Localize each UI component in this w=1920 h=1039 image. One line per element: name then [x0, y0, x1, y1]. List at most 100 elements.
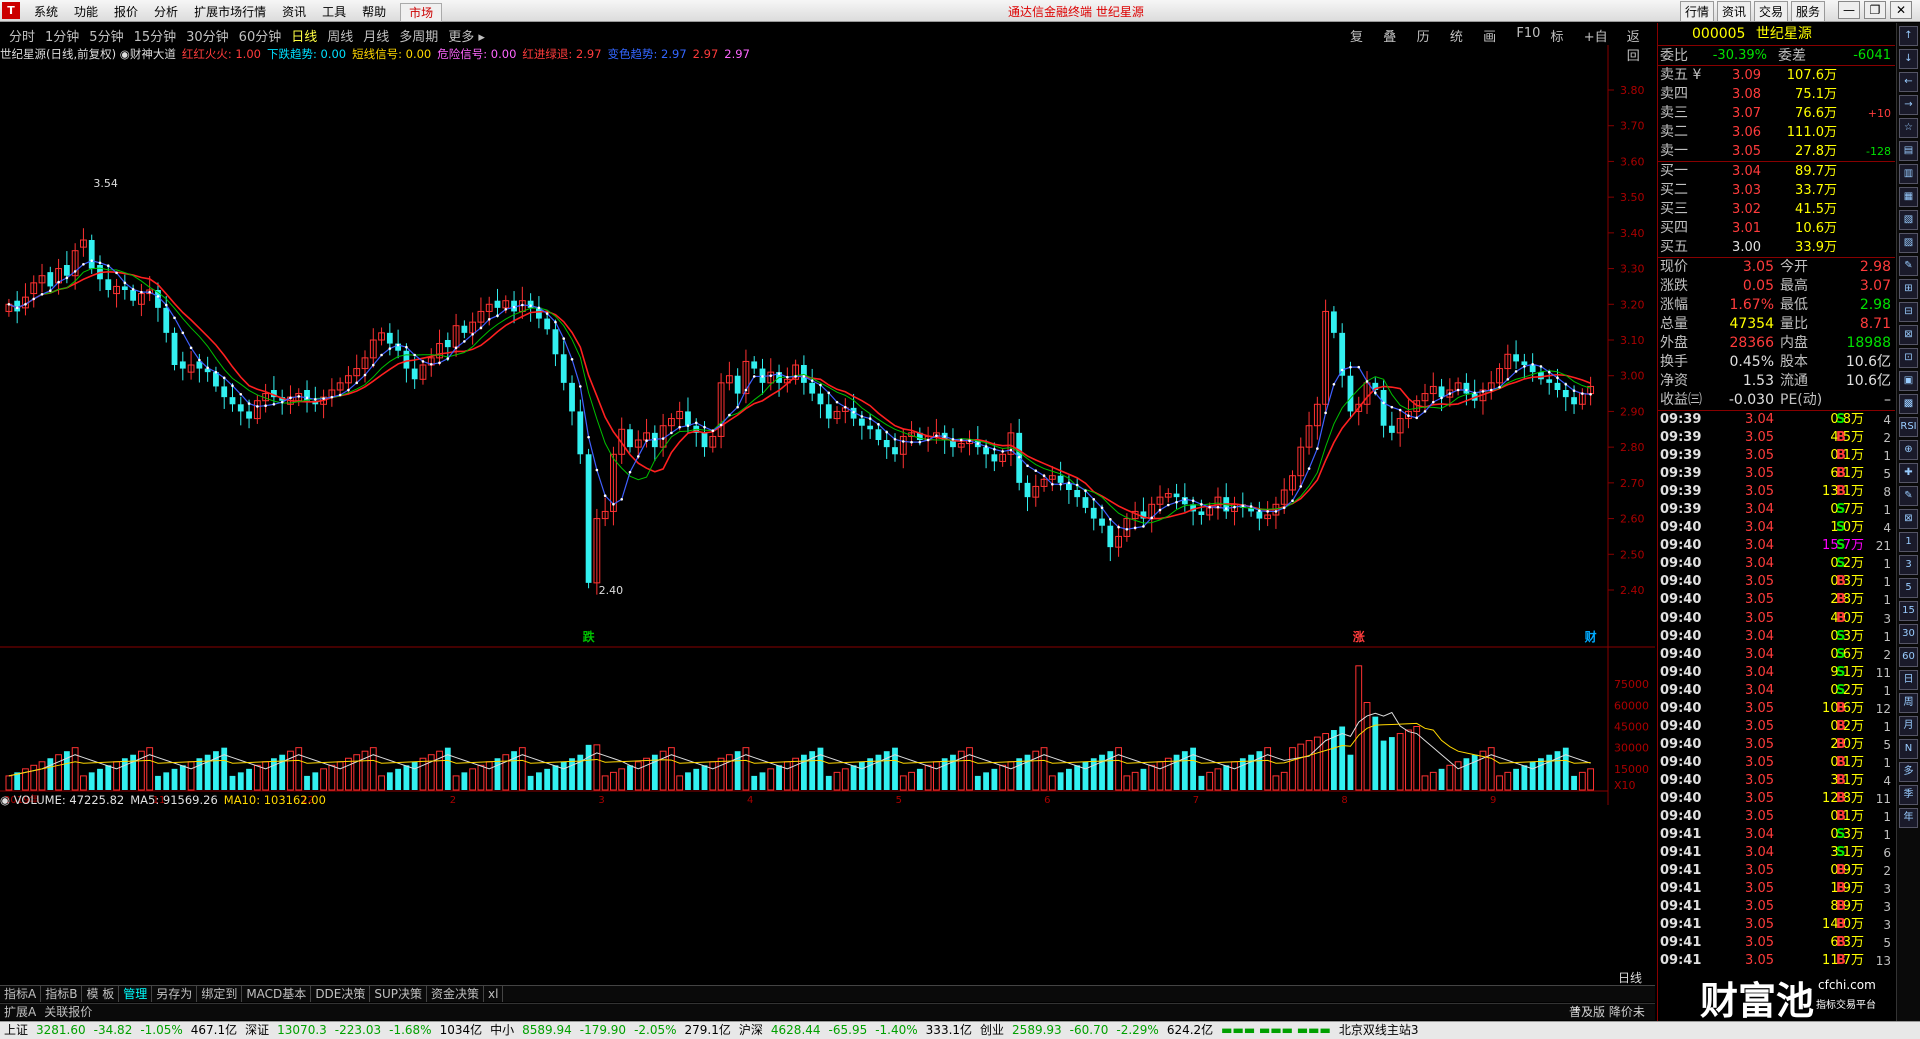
ma-dot — [1282, 506, 1286, 510]
quote-label: 现价 — [1660, 259, 1688, 275]
restore-icon[interactable]: ❐ — [1864, 1, 1886, 19]
sidebar-tool-icon[interactable]: 15 — [1899, 601, 1918, 621]
sidebar-tool-icon[interactable]: ⊞ — [1899, 279, 1918, 299]
sidebar-tool-icon[interactable]: ▦ — [1899, 187, 1918, 207]
sidebar-tool-icon[interactable]: 多 — [1899, 762, 1918, 782]
menu-item[interactable]: 帮助 — [354, 3, 394, 22]
top-button[interactable]: 行情 — [1680, 1, 1715, 22]
tick-price: 3.05 — [1745, 899, 1774, 915]
sidebar-tool-icon[interactable]: ↓ — [1899, 49, 1918, 69]
sidebar-tool-icon[interactable]: ✎ — [1899, 486, 1918, 506]
volume-bar — [1513, 768, 1519, 790]
volume-bar — [1388, 737, 1395, 790]
period-tab[interactable]: 15分钟 — [129, 26, 182, 45]
indicator-tab[interactable]: 管理 — [119, 986, 153, 1002]
sidebar-tool-icon[interactable]: ▧ — [1899, 210, 1918, 230]
ma-dot — [446, 357, 450, 360]
sidebar-tool-icon[interactable]: → — [1899, 95, 1918, 115]
sidebar-tool-icon[interactable]: 周 — [1899, 693, 1918, 713]
menu-item[interactable]: 分析 — [146, 3, 186, 22]
period-tabs: 分时 1分钟 5分钟 15分钟 30分钟 60分钟 日线 周线 月线 多周期 更多 ▸ — [4, 26, 490, 45]
sidebar-tool-icon[interactable]: 月 — [1899, 716, 1918, 736]
sidebar-tool-icon[interactable]: RSI — [1899, 417, 1918, 437]
sidebar-tool-icon[interactable]: 3 — [1899, 555, 1918, 575]
sidebar-tool-icon[interactable]: ▤ — [1899, 141, 1918, 161]
menu-item[interactable]: 功能 — [66, 3, 106, 22]
candle-body — [809, 382, 816, 394]
extension-tab[interactable]: 扩展A — [0, 1005, 40, 1019]
sidebar-tool-icon[interactable]: ✚ — [1899, 463, 1918, 483]
sidebar-tool-icon[interactable]: 年 — [1899, 808, 1918, 828]
sidebar-tool-icon[interactable]: ✎ — [1899, 256, 1918, 276]
indicator-tab[interactable]: MACD基本 — [242, 986, 312, 1002]
period-tab[interactable]: 5分钟 — [84, 26, 128, 45]
sidebar-tool-icon[interactable]: ⊕ — [1899, 440, 1918, 460]
indicator-tab[interactable]: SUP决策 — [370, 986, 428, 1002]
sidebar-tool-icon[interactable]: 60 — [1899, 647, 1918, 667]
ma-dot — [1051, 482, 1054, 486]
close-icon[interactable]: ✕ — [1890, 1, 1912, 19]
sidebar-tool-icon[interactable]: ☆ — [1899, 118, 1918, 138]
indicator-tab[interactable]: 绑定到 — [197, 986, 243, 1002]
watermark-site: cfchi.com — [1818, 978, 1876, 992]
menu-item[interactable]: 工具 — [314, 3, 354, 22]
period-tab[interactable]: 60分钟 — [234, 26, 287, 45]
indicator-tab[interactable]: 模 板 — [82, 986, 120, 1002]
volume-bar — [1099, 754, 1105, 790]
indicator-tab[interactable]: 指标B — [41, 986, 83, 1002]
quote-label: 收益㈢ — [1660, 392, 1702, 408]
menu-item[interactable]: 扩展市场行情 — [186, 3, 274, 22]
quote-label: 股本 — [1780, 354, 1808, 370]
period-tab[interactable]: 月线 — [358, 26, 394, 45]
ma-dot — [877, 422, 880, 426]
tick-price: 3.04 — [1745, 845, 1774, 861]
sidebar-tool-icon[interactable]: 1 — [1899, 532, 1918, 552]
sidebar-tool-icon[interactable]: ▩ — [1899, 394, 1918, 414]
sidebar-tool-icon[interactable]: 季 — [1899, 785, 1918, 805]
ma-dot — [678, 425, 681, 429]
sidebar-tool-icon[interactable]: N — [1899, 739, 1918, 759]
indicator-tab[interactable]: 另存为 — [152, 986, 198, 1002]
top-button[interactable]: 交易 — [1754, 1, 1789, 22]
indicator-tab[interactable]: xl — [484, 986, 504, 1002]
period-tab[interactable]: 日线 — [286, 26, 322, 45]
index-quote: 深证 — [245, 1023, 270, 1037]
menu-item[interactable]: 报价 — [106, 3, 146, 22]
indicator-tab[interactable]: 资金决策 — [427, 986, 485, 1002]
indicator-tab[interactable]: DDE决策 — [311, 986, 371, 1002]
kline-chart[interactable]: 3.80 3.70 3.60 3.50 3.40 3.30 3.20 3.10 3.00 2.90… — [0, 45, 1655, 985]
sidebar-tool-icon[interactable]: ↑ — [1899, 26, 1918, 46]
sidebar-tool-icon[interactable]: ⊠ — [1899, 325, 1918, 345]
ma-dot — [1564, 382, 1568, 386]
period-tab[interactable]: 1分钟 — [40, 26, 84, 45]
sidebar-tool-icon[interactable]: 日 — [1899, 670, 1918, 690]
tick-side: S — [1836, 556, 1846, 572]
order-row: 买五 3.00 33.9万 — [1658, 238, 1895, 257]
sidebar-tool-icon[interactable]: ⊟ — [1899, 302, 1918, 322]
market-button[interactable]: 市场 — [400, 3, 443, 22]
minimize-icon[interactable]: — — [1838, 1, 1860, 19]
sidebar-tool-icon[interactable]: ← — [1899, 72, 1918, 92]
sidebar-tool-icon[interactable]: 5 — [1899, 578, 1918, 598]
period-tab[interactable]: 更多 ▸ — [443, 26, 490, 45]
period-tab[interactable]: 周线 — [322, 26, 358, 45]
sidebar-tool-icon[interactable]: ▨ — [1899, 233, 1918, 253]
indicator-tab[interactable]: 指标A — [0, 986, 42, 1002]
volume-bar — [1380, 740, 1387, 790]
top-button[interactable]: 服务 — [1791, 1, 1826, 22]
sidebar-tool-icon[interactable]: ⊡ — [1899, 348, 1918, 368]
period-tab[interactable]: 分时 — [4, 26, 40, 45]
tick-side: B — [1836, 736, 1846, 752]
menu-item[interactable]: 资讯 — [274, 3, 314, 22]
period-tab[interactable]: 30分钟 — [181, 26, 234, 45]
period-tab[interactable]: 多周期 — [394, 26, 443, 45]
sidebar-tool-icon[interactable]: ▥ — [1899, 164, 1918, 184]
extension-tab[interactable]: 关联报价 — [40, 1005, 96, 1019]
top-button[interactable]: 资讯 — [1717, 1, 1752, 22]
zoom-buttons[interactable]: + – — [1572, 1003, 1590, 1016]
sidebar-tool-icon[interactable]: ▣ — [1899, 371, 1918, 391]
menu-item[interactable]: 系统 — [26, 3, 66, 22]
sidebar-tool-icon[interactable]: 30 — [1899, 624, 1918, 644]
sidebar-tool-icon[interactable]: ⊠ — [1899, 509, 1918, 529]
volume-y-tick-label: 15000 — [1614, 763, 1649, 776]
